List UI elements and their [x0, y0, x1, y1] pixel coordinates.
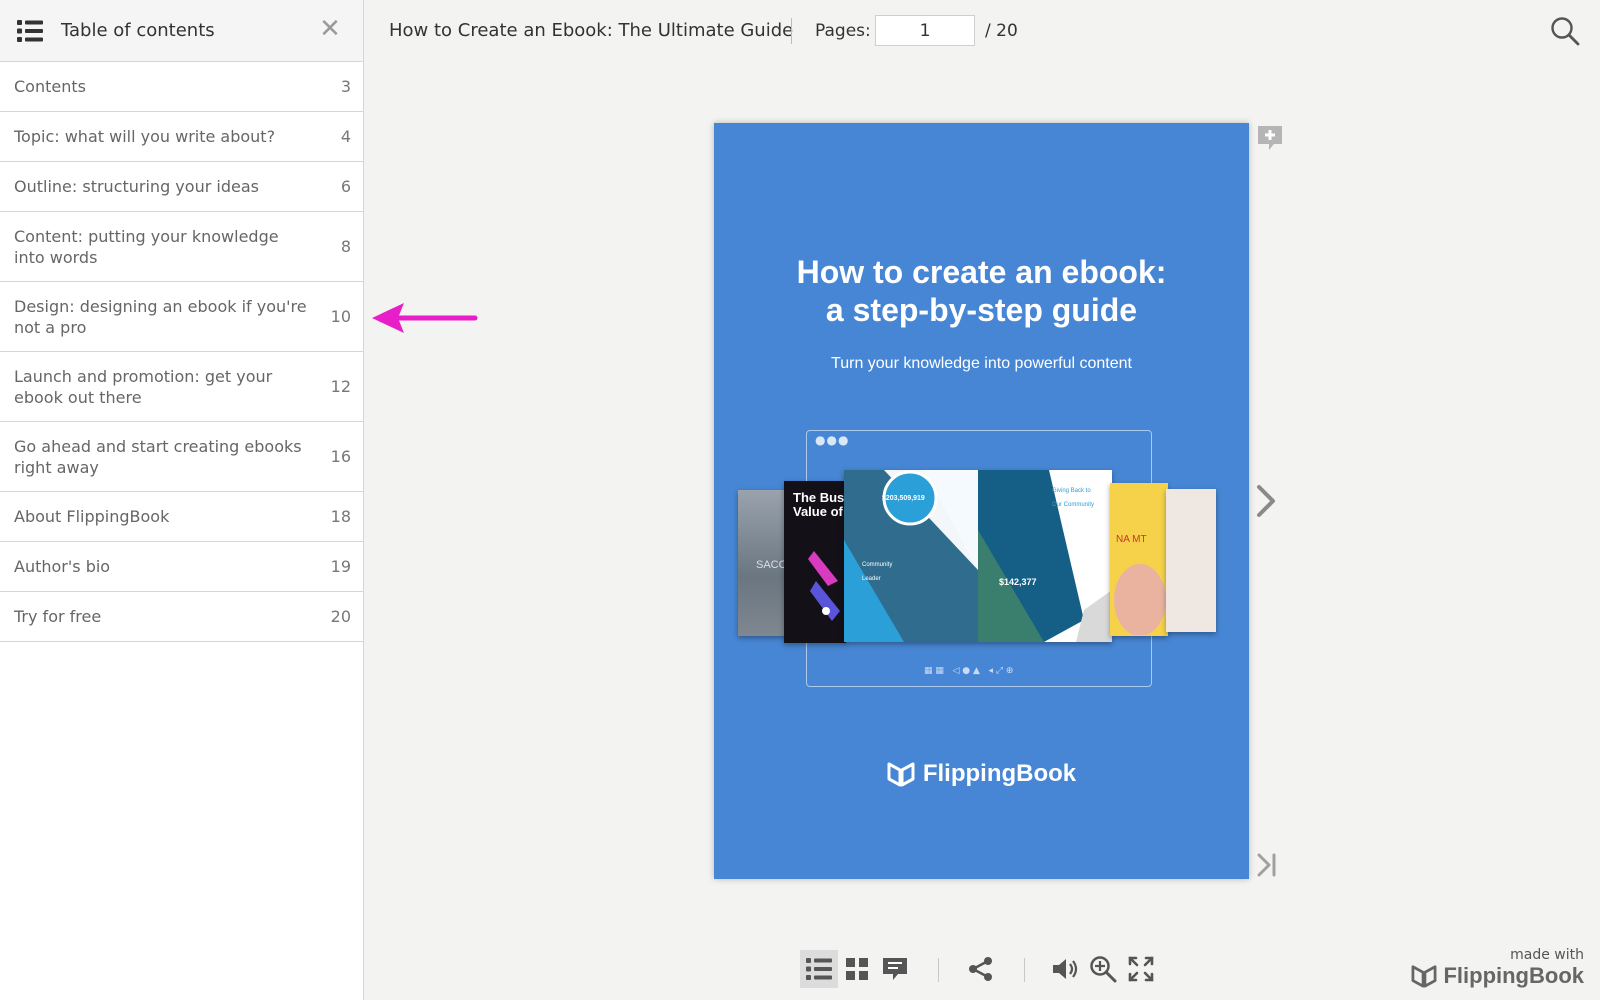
pages-label: Pages:: [815, 21, 871, 41]
cover-brand-logo: FlippingBook: [714, 760, 1249, 788]
toc-item-label: About FlippingBook: [14, 507, 170, 526]
toc-item-topic[interactable]: Topic: what will you write about? 4: [0, 112, 363, 162]
footer-brand: FlippingBook: [1411, 963, 1584, 989]
page-number-input[interactable]: [875, 15, 975, 46]
toc-item-about[interactable]: About FlippingBook 18: [0, 492, 363, 542]
notes-button[interactable]: [876, 950, 914, 988]
toc-item-page: 4: [340, 127, 351, 146]
toc-item-content[interactable]: Content: putting your knowledge into wor…: [0, 212, 363, 282]
toc-item-label: Design: designing an ebook if you're not…: [14, 296, 307, 337]
next-page-icon[interactable]: [1255, 484, 1277, 518]
flippingbook-logo-icon: [887, 762, 915, 787]
window-dots: ●●●: [815, 433, 850, 447]
thumbnail-yellow: NA MT: [1110, 483, 1168, 636]
toc-item-label: Launch and promotion: get your ebook out…: [14, 366, 273, 407]
speaker-icon: [1053, 959, 1078, 979]
cover-title: How to create an ebook: a step-by-step g…: [714, 253, 1249, 329]
toc-item-go-ahead[interactable]: Go ahead and start creating ebooks right…: [0, 422, 363, 492]
thumb-amount: $142,377: [999, 577, 1037, 587]
toc-list: Contents 3 Topic: what will you write ab…: [0, 61, 363, 642]
toc-item-label: Topic: what will you write about?: [14, 127, 276, 146]
share-button[interactable]: [962, 950, 1000, 988]
toc-title: Table of contents: [61, 20, 215, 41]
toc-item-launch[interactable]: Launch and promotion: get your ebook out…: [0, 352, 363, 422]
toc-item-label: Contents: [14, 77, 86, 96]
guitar-illustration: [808, 551, 840, 621]
toc-item-page: 18: [330, 507, 351, 526]
cover-title-line: How to create an ebook:: [796, 254, 1167, 290]
toolbar-divider: [938, 958, 939, 982]
book-page[interactable]: How to create an ebook: a step-by-step g…: [714, 123, 1249, 879]
thumbnail-spread: $203,509,919 $142,377 Community Leader G…: [844, 470, 1112, 642]
toc-button[interactable]: [800, 950, 838, 988]
toc-item-page: 19: [330, 557, 351, 576]
notes-icon: [883, 958, 907, 980]
divider: [791, 18, 792, 44]
made-with-label: made with: [1510, 947, 1584, 963]
thumb-text: Giving Back to Our Community: [1052, 488, 1095, 508]
toc-item-page: 16: [330, 447, 351, 466]
thumbnail-dark: The Bus Value of: [784, 481, 846, 643]
toc-item-page: 6: [340, 177, 351, 196]
hand-illustration: [1114, 564, 1166, 635]
toc-item-design[interactable]: Design: designing an ebook if you're not…: [0, 282, 363, 352]
flippingbook-logo-icon: [1412, 965, 1437, 988]
footer-brand-text: FlippingBook: [1443, 963, 1584, 988]
pointer-arrow-icon: [372, 303, 478, 333]
thumb-text: SACC: [756, 559, 787, 571]
toc-header: Table of contents ✕: [0, 0, 363, 61]
mockup-toolbar: ▦ ▦ ◁ ● ▲ ◂ ⤢ ⊕: [924, 666, 1014, 676]
search-icon[interactable]: [1550, 16, 1580, 46]
toc-item-page: 12: [330, 377, 351, 396]
add-note-icon[interactable]: [1256, 124, 1284, 152]
thumb-text: The Bus: [793, 490, 845, 505]
top-bar: How to Create an Ebook: The Ultimate Gui…: [364, 0, 1600, 62]
thumbnail-light: [1166, 489, 1216, 632]
zoom-button[interactable]: [1084, 950, 1122, 988]
toc-item-contents[interactable]: Contents 3: [0, 62, 363, 112]
thumbnail-city: SACC: [738, 490, 788, 636]
toc-item-label: Content: putting your knowledge into wor…: [14, 226, 279, 267]
toc-item-page: 8: [340, 237, 351, 256]
thumbnails-button[interactable]: [838, 950, 876, 988]
close-icon[interactable]: ✕: [317, 16, 343, 42]
toc-item-label: Author's bio: [14, 557, 111, 576]
made-with-badge[interactable]: made with FlippingBook: [1411, 947, 1584, 989]
cover-subtitle: Turn your knowledge into powerful conten…: [831, 355, 1132, 372]
cover-title-line: a step-by-step guide: [825, 292, 1138, 328]
share-icon: [969, 957, 992, 981]
grid-icon: [846, 958, 868, 980]
fullscreen-button[interactable]: [1122, 950, 1160, 988]
list-icon: [17, 19, 43, 42]
last-page-icon[interactable]: [1256, 852, 1278, 878]
toc-item-label: Outline: structuring your ideas: [14, 177, 259, 196]
toc-item-try-free[interactable]: Try for free 20: [0, 592, 363, 642]
toc-item-page: 10: [330, 307, 351, 326]
toc-item-label: Try for free: [14, 607, 102, 626]
toc-item-label: Go ahead and start creating ebooks right…: [14, 436, 302, 477]
toc-item-page: 20: [330, 607, 351, 626]
fullscreen-icon: [1128, 956, 1154, 982]
toc-sidebar: Table of contents ✕ Contents 3 Topic: wh…: [0, 0, 364, 1000]
toolbar-divider: [1024, 958, 1025, 982]
list-icon: [806, 958, 832, 980]
zoom-in-icon: [1090, 956, 1117, 983]
document-title: How to Create an Ebook: The Ultimate Gui…: [389, 20, 794, 41]
thumb-amount: $203,509,919: [882, 495, 925, 502]
toc-item-outline[interactable]: Outline: structuring your ideas 6: [0, 162, 363, 212]
sound-button[interactable]: [1046, 950, 1084, 988]
toc-item-page: 3: [340, 77, 351, 96]
thumb-text: Value of: [793, 504, 843, 519]
cover-brand-text: FlippingBook: [922, 760, 1077, 787]
pages-total: / 20: [985, 21, 1018, 41]
thumb-text: NA MT: [1116, 534, 1147, 545]
toc-item-bio[interactable]: Author's bio 19: [0, 542, 363, 592]
thumb-text: Community Leader: [862, 562, 893, 582]
